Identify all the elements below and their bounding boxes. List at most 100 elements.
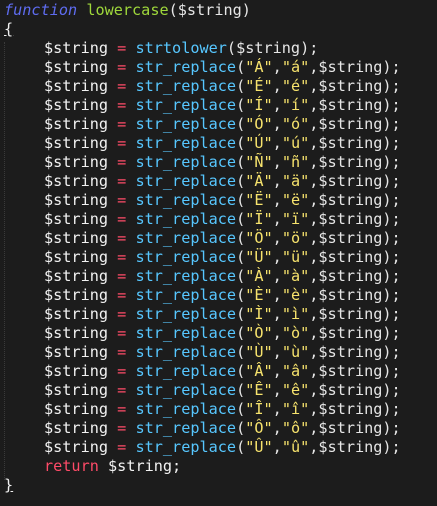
operator: =: [117, 96, 127, 114]
string-to: "ù": [281, 343, 310, 361]
operator: =: [117, 77, 127, 95]
code-line-str-replace: $string = str_replace("Ö","ö",$string);: [44, 229, 401, 247]
code-line-brace-open: {: [4, 20, 13, 39]
code-line-str-replace: $string = str_replace("Â","â",$string);: [44, 362, 401, 380]
operator: =: [117, 58, 127, 76]
args-tail: ,$string);: [309, 172, 401, 190]
string-to: "ü": [281, 248, 310, 266]
args-tail: ,$string);: [309, 210, 401, 228]
operator: =: [117, 210, 127, 228]
operator: =: [117, 400, 127, 418]
code-line-str-replace: $string = str_replace("Ô","ô",$string);: [44, 419, 401, 437]
builtin-function: str_replace: [135, 115, 237, 133]
builtin-function: str_replace: [135, 172, 237, 190]
code-line-str-replace: $string = str_replace("Ù","ù",$string);: [44, 343, 401, 361]
variable: $string: [44, 96, 109, 114]
code-line-return: return $string;: [4, 457, 181, 476]
string-from: "Ñ": [245, 153, 273, 171]
string-to: "ö": [281, 229, 310, 247]
code-line-str-replace: $string = str_replace("À","à",$string);: [44, 267, 401, 285]
operator: =: [117, 381, 127, 399]
variable: $string: [44, 134, 109, 152]
brace-close: }: [4, 476, 14, 494]
code-line-str-replace: $string = str_replace("Ú","ú",$string);: [44, 134, 401, 152]
string-to: "á": [281, 58, 310, 76]
string-to: "ò": [281, 324, 310, 342]
args-tail: ,$string);: [309, 438, 401, 456]
args-tail: ,$string);: [309, 153, 401, 171]
string-from: "À": [245, 267, 273, 285]
code-line-str-replace: $string = str_replace("Ê","ê",$string);: [44, 381, 401, 399]
string-to: "à": [281, 267, 310, 285]
code-line-str-replace: $string = str_replace("Ü","ü",$string);: [44, 248, 401, 266]
code-line-str-replace: $string = str_replace("È","è",$string);: [44, 286, 401, 304]
variable: $string: [44, 191, 109, 209]
string-from: "É": [245, 77, 273, 95]
args: ($string);: [226, 39, 319, 57]
builtin-function: str_replace: [135, 191, 237, 209]
string-to: "ï": [281, 210, 310, 228]
string-to: "ú": [281, 134, 310, 152]
variable: $string: [44, 210, 109, 228]
keyword-return: return: [44, 457, 99, 475]
string-to: "û": [281, 438, 310, 456]
variable: $string: [44, 362, 109, 380]
string-from: "È": [245, 286, 273, 304]
builtin-function: str_replace: [135, 96, 237, 114]
builtin-function: str_replace: [135, 362, 237, 380]
builtin-function: str_replace: [135, 400, 237, 418]
operator: =: [117, 229, 127, 247]
builtin-function: str_replace: [135, 58, 237, 76]
builtin-function: str_replace: [135, 305, 237, 323]
args-tail: ,$string);: [309, 286, 401, 304]
string-to: "ó": [281, 115, 310, 133]
string-from: "Ü": [245, 248, 273, 266]
code-line-str-replace: $string = str_replace("Í","í",$string);: [44, 96, 401, 114]
string-to: "ë": [281, 191, 310, 209]
args-tail: ,$string);: [309, 229, 401, 247]
operator: =: [117, 39, 127, 57]
args-tail: ,$string);: [309, 419, 401, 437]
string-to: "ô": [281, 419, 310, 437]
variable: $string: [44, 153, 109, 171]
builtin-function: str_replace: [135, 267, 237, 285]
args-tail: ,$string);: [309, 96, 401, 114]
operator: =: [117, 172, 127, 190]
brace-open: {: [4, 20, 14, 38]
operator: =: [117, 438, 127, 456]
code-line-str-replace: $string = str_replace("Á","á",$string);: [44, 58, 401, 76]
string-to: "î": [281, 400, 310, 418]
variable: $string: [44, 39, 109, 57]
builtin-function: str_replace: [135, 381, 237, 399]
args-tail: ,$string);: [309, 343, 401, 361]
string-to: "è": [281, 286, 310, 304]
builtin-function: str_replace: [135, 438, 237, 456]
operator: =: [117, 153, 127, 171]
code-line-str-replace: $string = str_replace("Ó","ó",$string);: [44, 115, 401, 133]
code-editor[interactable]: function lowercase($string) { $string = …: [0, 0, 437, 506]
builtin-function: str_replace: [135, 286, 237, 304]
string-from: "Û": [245, 438, 273, 456]
code-line-function-signature: function lowercase($string): [4, 1, 251, 20]
builtin-function: str_replace: [135, 343, 237, 361]
code-line-str-replace: $string = str_replace("Ë","ë",$string);: [44, 191, 401, 209]
operator: =: [117, 134, 127, 152]
variable: $string: [44, 58, 109, 76]
string-from: "Ê": [245, 381, 273, 399]
variable: $string: [44, 248, 109, 266]
variable: $string: [44, 267, 109, 285]
builtin-function: str_replace: [135, 419, 237, 437]
operator: =: [117, 115, 127, 133]
variable: $string: [44, 419, 109, 437]
operator: =: [117, 286, 127, 304]
string-from: "Î": [245, 400, 273, 418]
string-from: "Í": [245, 96, 273, 114]
code-line-str-replace: $string = str_replace("É","é",$string);: [44, 77, 401, 95]
string-to: "í": [281, 96, 310, 114]
args-tail: ,$string);: [309, 77, 401, 95]
string-from: "Ï": [245, 210, 273, 228]
operator: =: [117, 248, 127, 266]
args-tail: ,$string);: [309, 115, 401, 133]
builtin-function: str_replace: [135, 153, 237, 171]
return-value: $string;: [108, 457, 182, 475]
